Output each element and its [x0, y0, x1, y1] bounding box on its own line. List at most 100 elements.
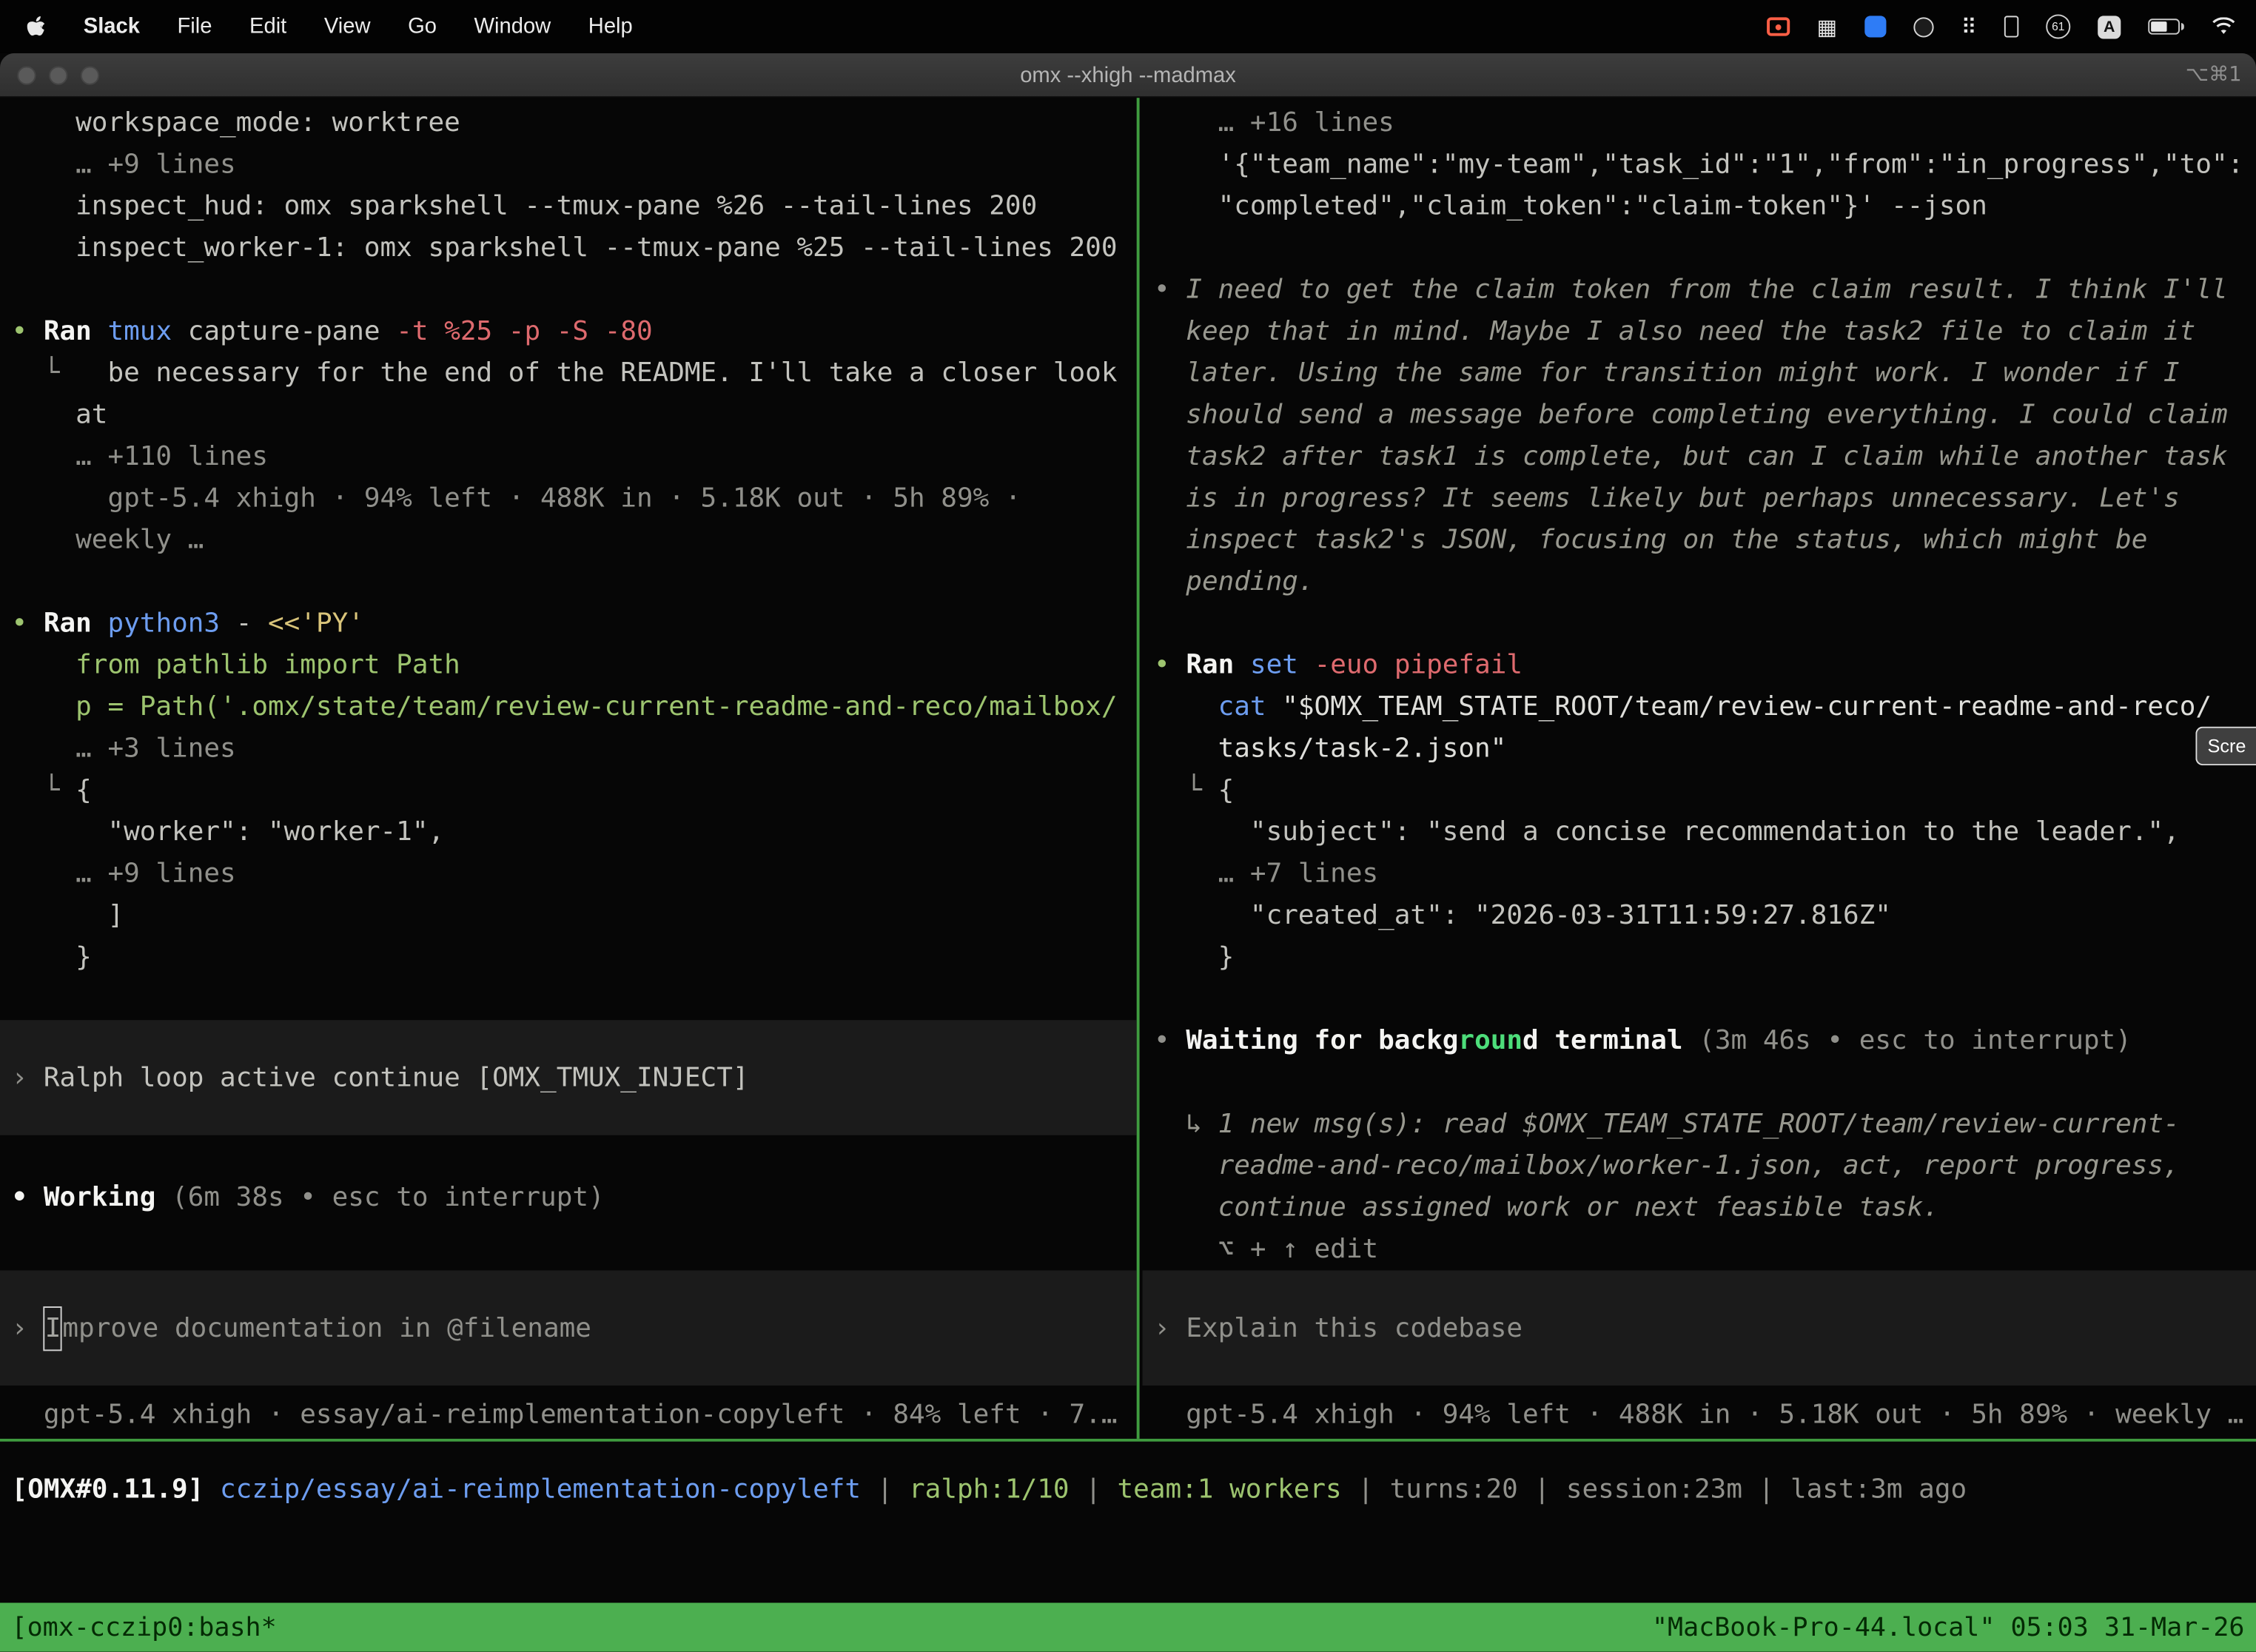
screenshot-tooltip: Scre	[2196, 727, 2256, 765]
text-segment: mprove documentation in @filename	[62, 1307, 591, 1349]
text-segment: •	[12, 608, 44, 639]
window-title: omx --xhigh --madmax	[1020, 63, 1236, 87]
apple-icon[interactable]	[26, 13, 46, 39]
omx-status-line: [OMX#0.11.9] cczip/essay/ai-reimplementa…	[0, 1442, 2256, 1511]
text-segment: workspace_mode: worktree	[12, 108, 460, 138]
minimize-button[interactable]	[49, 66, 67, 84]
terminal-line: … +3 lines	[0, 728, 1137, 770]
text-segment	[1154, 692, 1218, 722]
menu-view[interactable]: View	[324, 14, 371, 38]
menu-edit[interactable]: Edit	[249, 14, 286, 38]
terminal-line: └ be necessary for the end of the README…	[0, 352, 1137, 394]
text-segment: -euo pipefail	[1298, 651, 1523, 681]
text-segment: |	[1342, 1474, 1390, 1505]
text-segment	[92, 608, 108, 639]
text-segment: at	[12, 400, 108, 430]
terminal-line: at	[0, 394, 1137, 436]
blank-line	[1142, 1062, 2256, 1104]
terminal-line: … +110 lines	[0, 436, 1137, 477]
terminal-line: … +16 lines	[1142, 102, 2256, 144]
menu-help[interactable]: Help	[588, 14, 633, 38]
terminal-line: "subject": "send a concise recommendatio…	[1142, 811, 2256, 853]
text-segment: … +9 lines	[12, 859, 236, 890]
terminal-line: p = Path('.omx/state/team/review-current…	[0, 686, 1137, 728]
text-segment: Waiting for backg	[1186, 1026, 1458, 1056]
text-segment: •	[1154, 651, 1186, 681]
terminal-line: inspect task2's JSON, focusing on the st…	[1142, 520, 2256, 561]
text-segment: … +110 lines	[12, 442, 268, 472]
prompt-suggestion-band[interactable]: › Explain this codebase	[1142, 1270, 2256, 1386]
text-segment: be necessary for the end of the README. …	[60, 358, 1118, 389]
blank-line	[0, 978, 1137, 1020]
text-segment: session:23m	[1566, 1474, 1742, 1505]
close-button[interactable]	[17, 66, 36, 84]
text-segment: |	[1742, 1474, 1790, 1505]
window-controls	[17, 66, 99, 84]
menu-go[interactable]: Go	[408, 14, 437, 38]
text-segment: Ran	[44, 317, 92, 347]
battery-icon[interactable]	[2148, 13, 2184, 39]
grid-icon[interactable]: ▦	[1817, 13, 1838, 39]
text-segment: |	[861, 1474, 909, 1505]
blank-line	[1142, 227, 2256, 269]
menu-file[interactable]: File	[177, 14, 212, 38]
text-segment: python3	[107, 608, 220, 639]
terminal-line: workspace_mode: worktree	[0, 102, 1137, 144]
text-segment: ⌥ + ↑ edit	[1154, 1235, 1378, 1265]
text-segment: Ralph loop active continue [OMX_TMUX_INJ…	[44, 1057, 749, 1098]
text-segment: "$OMX_TEAM_STATE_ROOT/team/review-curren…	[1266, 692, 2212, 722]
text-segment: set	[1250, 651, 1298, 681]
ralph-loop-band: › Ralph loop active continue [OMX_TMUX_I…	[0, 1020, 1137, 1135]
screen: Slack File Edit View Go Window Help ▦ ⠿ 61 A	[0, 0, 2256, 1652]
circle-icon[interactable]	[1913, 13, 1933, 39]
text-segment: |	[1518, 1474, 1566, 1505]
dots-grid-icon[interactable]: ⠿	[1961, 13, 1977, 39]
terminal-line: '{"team_name":"my-team","task_id":"1","f…	[1142, 144, 2256, 185]
text-segment: I need to get the claim token from the c…	[1186, 275, 2227, 305]
text-segment: team:1 workers	[1118, 1474, 1342, 1505]
input-source-icon[interactable]: A	[2098, 13, 2121, 39]
terminal-line: inspect_worker-1: omx sparkshell --tmux-…	[0, 227, 1137, 269]
terminal-line: └ {	[0, 770, 1137, 811]
terminal-line: ↳ 1 new msg(s): read $OMX_TEAM_STATE_ROO…	[1142, 1104, 2256, 1145]
terminal-line: "created_at": "2026-03-31T11:59:27.816Z"	[1142, 895, 2256, 936]
active-app-name[interactable]: Slack	[84, 14, 140, 38]
text-segment: turns:20	[1390, 1474, 1518, 1505]
text-segment: ›	[1154, 1307, 1186, 1349]
text-segment: }	[12, 942, 92, 973]
blank-line	[0, 1135, 1137, 1177]
text-segment: from pathlib import Path	[12, 651, 460, 681]
terminal-line: ]	[0, 895, 1137, 936]
text-segment: }	[1154, 942, 1234, 973]
menu-bar-left: Slack File Edit View Go Window Help	[0, 13, 633, 39]
text-segment: cat	[1218, 692, 1266, 722]
text-segment: "subject": "send a concise recommendatio…	[1154, 817, 2180, 847]
tmux-session-label[interactable]: [omx-cczip0:bash*	[12, 1612, 277, 1642]
tmux-status-bar: [omx-cczip0:bash* "MacBook-Pro-44.local"…	[0, 1603, 2256, 1652]
text-segment: later. Using the same for transition mig…	[1154, 358, 2180, 389]
terminal-line: }	[0, 936, 1137, 978]
screen-recording-icon[interactable]	[1767, 13, 1790, 39]
text-segment: |	[1070, 1474, 1118, 1505]
blue-app-icon[interactable]	[1864, 13, 1886, 39]
blank-line	[0, 561, 1137, 602]
text-segment: pending.	[1154, 567, 1315, 597]
wifi-icon[interactable]	[2212, 13, 2236, 39]
zoom-button[interactable]	[81, 66, 99, 84]
right-terminal-pane: … +16 lines '{"team_name":"my-team","tas…	[1142, 98, 2256, 1439]
text-segment: weekly …	[12, 526, 204, 556]
text-segment: … +16 lines	[1154, 108, 1394, 138]
text-segment: •	[1154, 1026, 1186, 1056]
text-segment: "created_at": "2026-03-31T11:59:27.816Z"	[1154, 901, 1891, 931]
badge-61-icon[interactable]: 61	[2046, 13, 2070, 39]
device-icon[interactable]	[2004, 13, 2018, 39]
terminal-line: pending.	[1142, 561, 2256, 602]
left-terminal-pane: workspace_mode: worktree … +9 lines insp…	[0, 98, 1140, 1439]
text-segment: … +7 lines	[1154, 859, 1378, 890]
text-segment	[92, 317, 108, 347]
text-segment: ]	[12, 901, 124, 931]
text-segment: '{"team_name":"my-team","task_id":"1","f…	[1154, 150, 2243, 180]
menu-window[interactable]: Window	[474, 14, 551, 38]
omx-status-pane: [OMX#0.11.9] cczip/essay/ai-reimplementa…	[0, 1442, 2256, 1603]
prompt-input-band[interactable]: › Improve documentation in @filename	[0, 1270, 1137, 1386]
